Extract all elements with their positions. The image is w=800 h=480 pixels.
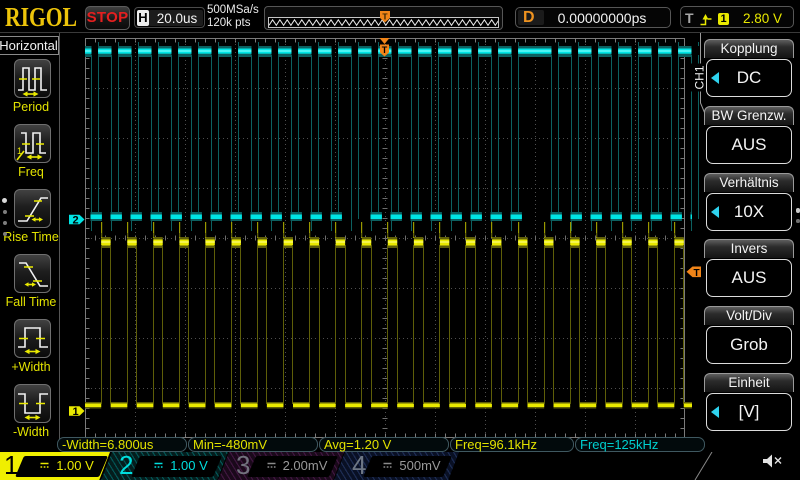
svg-text:T: T <box>382 45 388 55</box>
svg-text:2: 2 <box>72 214 78 226</box>
svg-text:T: T <box>693 268 699 279</box>
svg-text:T: T <box>382 11 388 21</box>
svg-text:1: 1 <box>72 406 78 418</box>
